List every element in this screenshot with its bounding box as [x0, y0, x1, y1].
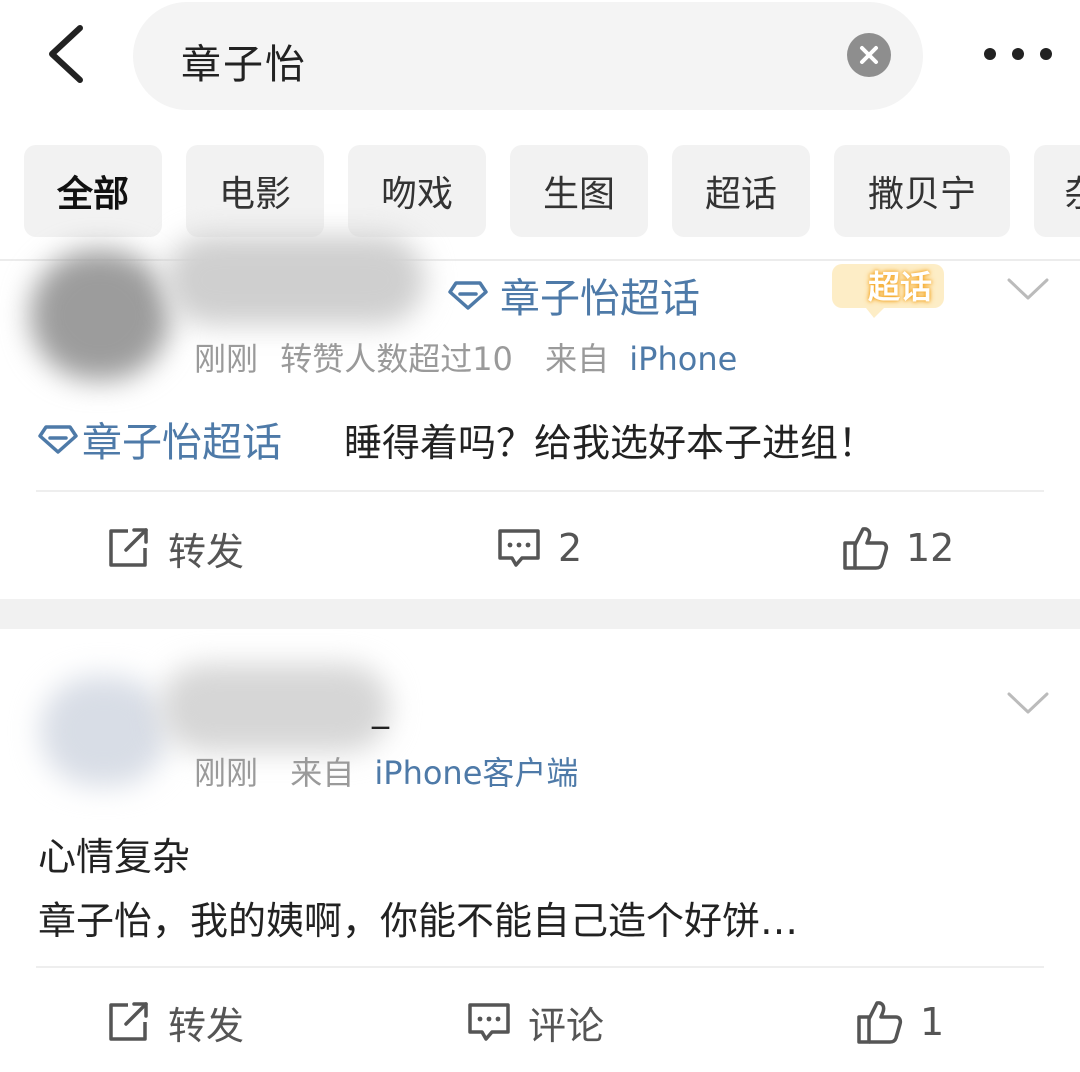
- post-time: 刚刚: [194, 340, 259, 378]
- badge-label: 超话: [868, 268, 933, 306]
- thumbs-up-icon: [857, 1001, 903, 1044]
- chevron-down-icon[interactable]: [1006, 690, 1050, 716]
- comment-label: 评论: [528, 1003, 605, 1048]
- comment-icon: [498, 529, 540, 567]
- share-icon: [109, 528, 148, 567]
- post-gap: [0, 599, 1080, 629]
- tab-photos[interactable]: 生图: [510, 145, 648, 237]
- tab-movie[interactable]: 电影: [186, 145, 324, 237]
- post-text-line-1: 心情复杂: [38, 835, 191, 879]
- filter-tabs: 全部 电影 吻戏 生图 超话 撒贝宁 杂: [0, 145, 1080, 237]
- tab-kiss-scene[interactable]: 吻戏: [348, 145, 486, 237]
- repost-button[interactable]: 转发: [106, 992, 244, 1052]
- topic-link[interactable]: 章子怡超话: [448, 266, 700, 324]
- like-count: 1: [920, 1000, 945, 1044]
- tab-super-topic[interactable]: 超话: [672, 145, 810, 237]
- search-input[interactable]: 章子怡: [181, 32, 307, 90]
- like-button[interactable]: 12: [842, 518, 954, 578]
- username[interactable]: [160, 664, 390, 752]
- topic-link-label: 章子怡超话: [500, 276, 700, 322]
- search-field[interactable]: 章子怡: [133, 2, 923, 110]
- post-from-label: 来自: [545, 340, 610, 378]
- avatar[interactable]: [30, 250, 170, 380]
- clear-icon[interactable]: [847, 33, 891, 77]
- post-meta: 刚刚 来自 iPhone客户端: [194, 748, 578, 794]
- post-from-label: 来自: [290, 754, 355, 792]
- tab-sa-beining[interactable]: 撒贝宁: [834, 145, 1010, 237]
- post-text-line-2: 章子怡，我的姨啊，你能不能自己造个好饼…: [38, 899, 799, 943]
- post-time: 刚刚: [194, 754, 259, 792]
- username-suffix: _: [372, 690, 389, 730]
- username[interactable]: [165, 235, 425, 325]
- back-arrow-icon[interactable]: [40, 22, 100, 86]
- super-topic-badge: 超话: [826, 258, 956, 320]
- like-button[interactable]: 1: [856, 992, 944, 1052]
- post-meta: 刚刚 转赞人数超过10 来自 iPhone: [194, 334, 737, 380]
- body-topic-label: 章子怡超话: [82, 420, 282, 466]
- post-text: 睡得着吗？给我选好本子进组！: [344, 421, 877, 465]
- post-divider: [36, 966, 1044, 968]
- repost-label: 转发: [168, 1003, 245, 1048]
- post-source[interactable]: iPhone客户端: [374, 754, 578, 792]
- like-count: 12: [906, 526, 955, 570]
- comment-button[interactable]: 评论: [466, 992, 604, 1052]
- diamond-icon: [38, 425, 78, 454]
- more-options-icon[interactable]: [983, 47, 1053, 61]
- diamond-icon: [448, 281, 488, 310]
- post-source[interactable]: iPhone: [629, 340, 737, 378]
- top-bar: 章子怡: [0, 0, 1080, 130]
- post-popularity: 转赞人数超过10: [280, 340, 513, 378]
- share-icon: [109, 1002, 148, 1041]
- repost-button[interactable]: 转发: [106, 518, 244, 578]
- thumbs-up-icon: [843, 527, 889, 570]
- tab-all[interactable]: 全部: [24, 145, 162, 237]
- avatar[interactable]: [40, 676, 168, 786]
- tab-misc[interactable]: 杂: [1034, 145, 1080, 237]
- comment-button[interactable]: 2: [496, 518, 582, 578]
- body-topic-link[interactable]: 章子怡超话: [38, 410, 282, 468]
- comment-icon: [468, 1003, 510, 1041]
- comment-count: 2: [558, 526, 583, 570]
- chevron-down-icon[interactable]: [1006, 276, 1050, 302]
- repost-label: 转发: [168, 529, 245, 574]
- post-divider: [36, 490, 1044, 492]
